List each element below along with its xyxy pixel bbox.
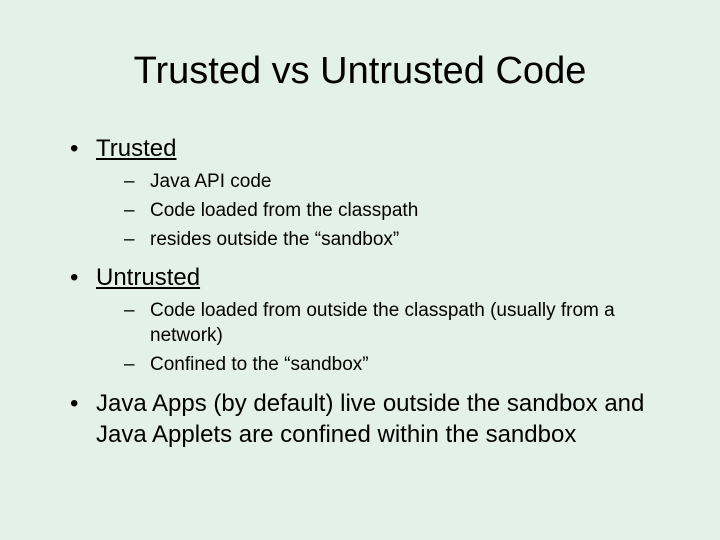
sub-item: Code loaded from outside the classpath (… bbox=[124, 299, 670, 348]
sub-item: Code loaded from the classpath bbox=[124, 199, 670, 224]
bullet-list: Trusted Java API code Code loaded from t… bbox=[70, 133, 670, 450]
bullet-text: Untrusted bbox=[96, 264, 200, 291]
sub-item: resides outside the “sandbox” bbox=[124, 228, 670, 253]
sub-item: Java API code bbox=[124, 170, 670, 195]
bullet-item: Trusted Java API code Code loaded from t… bbox=[70, 133, 670, 252]
sub-list: Code loaded from outside the classpath (… bbox=[124, 299, 670, 377]
bullet-item: Untrusted Code loaded from outside the c… bbox=[70, 262, 670, 377]
bullet-item: Java Apps (by default) live outside the … bbox=[70, 388, 670, 450]
bullet-text: Java Apps (by default) live outside the … bbox=[96, 390, 644, 448]
sub-item: Confined to the “sandbox” bbox=[124, 353, 670, 378]
slide: Trusted vs Untrusted Code Trusted Java A… bbox=[0, 0, 720, 540]
slide-title: Trusted vs Untrusted Code bbox=[50, 50, 670, 93]
bullet-text: Trusted bbox=[96, 135, 176, 162]
sub-list: Java API code Code loaded from the class… bbox=[124, 170, 670, 252]
